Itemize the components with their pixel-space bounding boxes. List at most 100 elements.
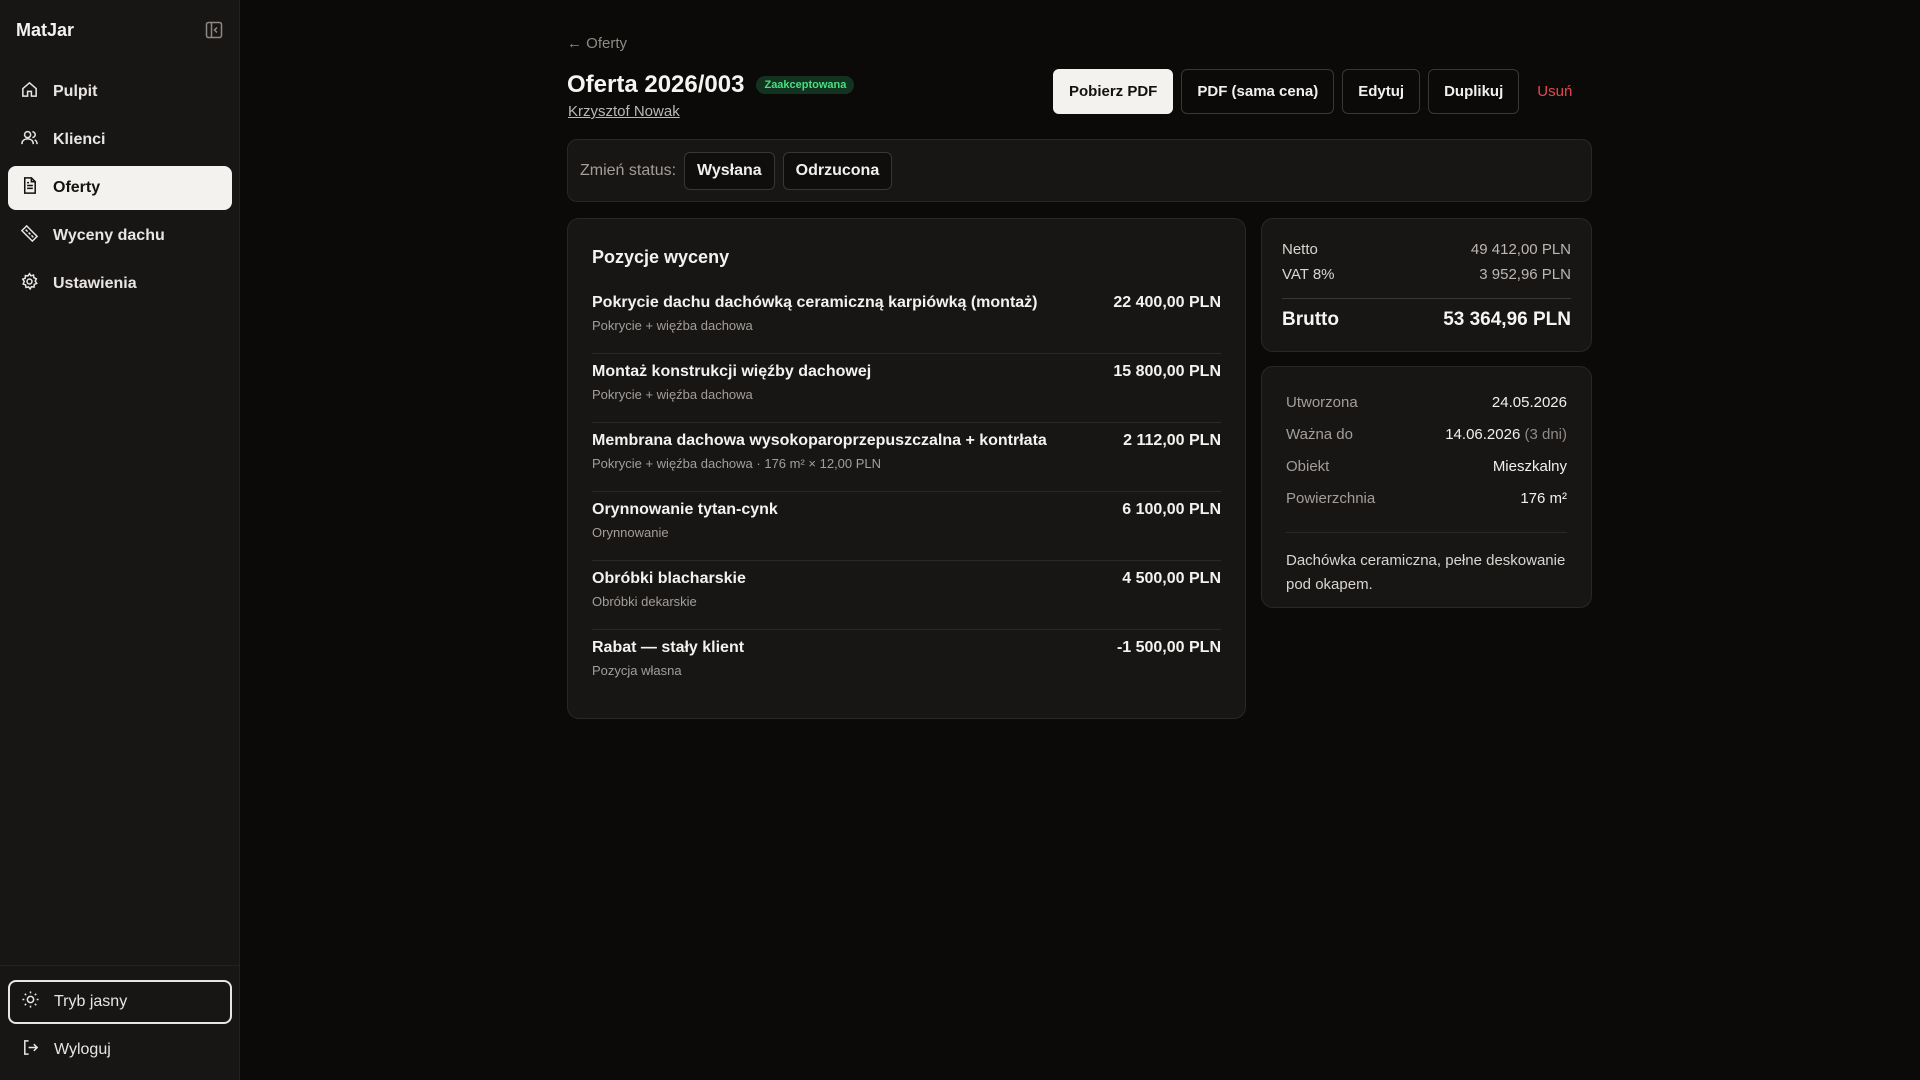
net-value: 49 412,00 PLN xyxy=(1470,241,1571,258)
sidebar-item-klienci[interactable]: Klienci xyxy=(8,118,232,162)
item-text: Pokrycie dachu dachówką ceramiczną karpi… xyxy=(592,294,1038,353)
home-icon xyxy=(20,80,39,104)
offer-actions: Pobierz PDF PDF (sama cena) Edytuj Dupli… xyxy=(1053,69,1583,114)
logout-icon xyxy=(21,1038,40,1062)
net-row: Netto 49 412,00 PLN xyxy=(1282,241,1571,266)
item-name: Obróbki blacharskie xyxy=(592,570,746,587)
created-label: Utworzona xyxy=(1286,394,1358,411)
item-price: 22 400,00 PLN xyxy=(1113,294,1221,311)
gear-icon xyxy=(20,272,39,296)
item-name: Rabat — stały klient xyxy=(592,639,745,656)
sidebar-item-label: Klienci xyxy=(53,131,106,148)
item-category: Pokrycie + więźba dachowa · 176 m² × 12,… xyxy=(592,456,882,471)
item-text: Orynnowanie tytan-cynk Orynnowanie xyxy=(592,501,778,560)
valid-row: Ważna do 14.06.2026 (3 dni) xyxy=(1286,426,1567,458)
vat-row: VAT 8% 3 952,96 PLN xyxy=(1282,266,1571,291)
gross-label: Brutto xyxy=(1282,309,1339,330)
item-price: 6 100,00 PLN xyxy=(1122,501,1221,518)
status-change-label: Zmień status: xyxy=(580,161,677,179)
sidebar-item-wyceny-dachu[interactable]: Wyceny dachu xyxy=(8,214,232,258)
item-category: Pokrycie + więźba dachowa xyxy=(592,387,753,402)
list-item: Pokrycie dachu dachówką ceramiczną karpi… xyxy=(592,285,1221,354)
sidebar-item-label: Oferty xyxy=(53,179,101,196)
object-value: Mieszkalny xyxy=(1492,458,1567,475)
sidebar-item-pulpit[interactable]: Pulpit xyxy=(8,70,232,114)
back-link[interactable]: ← Oferty xyxy=(567,35,627,52)
document-icon xyxy=(20,176,39,200)
item-text: Montaż konstrukcji więźby dachowej Pokry… xyxy=(592,363,871,422)
sidebar-item-label: Ustawienia xyxy=(53,275,137,292)
status-badge: Zaakceptowana xyxy=(756,76,855,94)
delete-button[interactable]: Usuń xyxy=(1527,69,1583,114)
edit-button[interactable]: Edytuj xyxy=(1342,69,1421,114)
created-row: Utworzona 24.05.2026 xyxy=(1286,394,1567,426)
pdf-price-only-button[interactable]: PDF (sama cena) xyxy=(1181,69,1335,114)
divider xyxy=(1282,298,1571,299)
area-value: 176 m² xyxy=(1520,490,1567,507)
item-category: Pokrycie + więźba dachowa xyxy=(592,318,753,333)
sidebar: MatJar Pulpit Klienci Oferty Wyceny dach… xyxy=(0,0,240,1080)
ruler-icon xyxy=(20,224,39,248)
brand-logo[interactable]: MatJar xyxy=(16,20,74,41)
sidebar-item-label: Wyceny dachu xyxy=(53,227,165,244)
item-name: Pokrycie dachu dachówką ceramiczną karpi… xyxy=(592,294,1038,311)
area-row: Powierzchnia 176 m² xyxy=(1286,490,1567,522)
users-icon xyxy=(20,128,39,152)
item-price: 15 800,00 PLN xyxy=(1113,363,1221,380)
client-link[interactable]: Krzysztof Nowak xyxy=(568,103,680,120)
created-value: 24.05.2026 xyxy=(1491,394,1567,411)
theme-toggle-button[interactable]: Tryb jasny xyxy=(8,980,232,1024)
list-item: Rabat — stały klient Pozycja własna -1 5… xyxy=(592,630,1221,699)
sidebar-item-oferty[interactable]: Oferty xyxy=(8,166,232,210)
duplicate-button[interactable]: Duplikuj xyxy=(1428,69,1520,114)
net-label: Netto xyxy=(1282,241,1318,258)
item-name: Montaż konstrukcji więźby dachowej xyxy=(592,363,872,380)
status-sent-button[interactable]: Wysłana xyxy=(684,151,775,190)
list-item: Orynnowanie tytan-cynk Orynnowanie 6 100… xyxy=(592,492,1221,561)
title-row: Oferta 2026/003 Zaakceptowana xyxy=(567,71,855,99)
object-row: Obiekt Mieszkalny xyxy=(1286,458,1567,490)
item-category: Orynnowanie xyxy=(592,525,669,540)
divider xyxy=(1286,532,1567,533)
positions-title: Pozycje wyceny xyxy=(592,247,730,267)
item-price: -1 500,00 PLN xyxy=(1116,639,1221,656)
sidebar-header: MatJar xyxy=(16,18,224,42)
download-pdf-button[interactable]: Pobierz PDF xyxy=(1053,69,1174,114)
valid-value: 14.06.2026 xyxy=(1445,426,1521,443)
sidebar-item-ustawienia[interactable]: Ustawienia xyxy=(8,262,232,306)
offer-info-card: Utworzona 24.05.2026 Ważna do 14.06.2026… xyxy=(1261,366,1592,608)
item-name: Membrana dachowa wysokoparoprzepuszczaln… xyxy=(592,432,1047,449)
item-price: 2 112,00 PLN xyxy=(1123,432,1221,449)
valid-label: Ważna do xyxy=(1286,426,1353,443)
sidebar-collapse-icon[interactable] xyxy=(204,20,224,40)
vat-label: VAT 8% xyxy=(1282,266,1335,283)
item-text: Obróbki blacharskie Obróbki dekarskie xyxy=(592,570,746,629)
totals-card: Netto 49 412,00 PLN VAT 8% 3 952,96 PLN … xyxy=(1261,218,1592,352)
status-change-bar: Zmień status: Wysłana Odrzucona xyxy=(567,139,1592,202)
valid-value-wrap: 14.06.2026 (3 dni) xyxy=(1445,426,1567,458)
logout-label: Wyloguj xyxy=(54,1041,111,1058)
valid-days-note: (3 dni) xyxy=(1524,426,1567,443)
theme-toggle-label: Tryb jasny xyxy=(54,993,128,1010)
sidebar-footer: Tryb jasny Wyloguj xyxy=(0,965,240,1072)
list-item: Obróbki blacharskie Obróbki dekarskie 4 … xyxy=(592,561,1221,630)
vat-value: 3 952,96 PLN xyxy=(1479,266,1571,283)
list-item: Montaż konstrukcji więźby dachowej Pokry… xyxy=(592,354,1221,423)
sidebar-item-label: Pulpit xyxy=(53,83,98,100)
gross-row: Brutto 53 364,96 PLN xyxy=(1282,309,1571,331)
item-text: Rabat — stały klient Pozycja własna xyxy=(592,639,744,699)
object-label: Obiekt xyxy=(1286,458,1330,475)
list-item: Membrana dachowa wysokoparoprzepuszczaln… xyxy=(592,423,1221,492)
area-label: Powierzchnia xyxy=(1286,490,1376,507)
sidebar-nav: Pulpit Klienci Oferty Wyceny dachu Ustaw… xyxy=(8,70,232,310)
positions-card: Pozycje wyceny Pokrycie dachu dachówką c… xyxy=(567,218,1246,719)
item-text: Membrana dachowa wysokoparoprzepuszczaln… xyxy=(592,432,1047,491)
gross-value: 53 364,96 PLN xyxy=(1443,309,1571,330)
offer-notes: Dachówka ceramiczna, pełne deskowanie po… xyxy=(1286,552,1566,593)
status-rejected-button[interactable]: Odrzucona xyxy=(782,151,893,190)
item-category: Pozycja własna xyxy=(592,663,682,678)
logout-button[interactable]: Wyloguj xyxy=(8,1028,232,1072)
item-name: Orynnowanie tytan-cynk xyxy=(592,501,778,518)
page-title: Oferta 2026/003 xyxy=(567,71,745,98)
item-price: 4 500,00 PLN xyxy=(1122,570,1221,587)
